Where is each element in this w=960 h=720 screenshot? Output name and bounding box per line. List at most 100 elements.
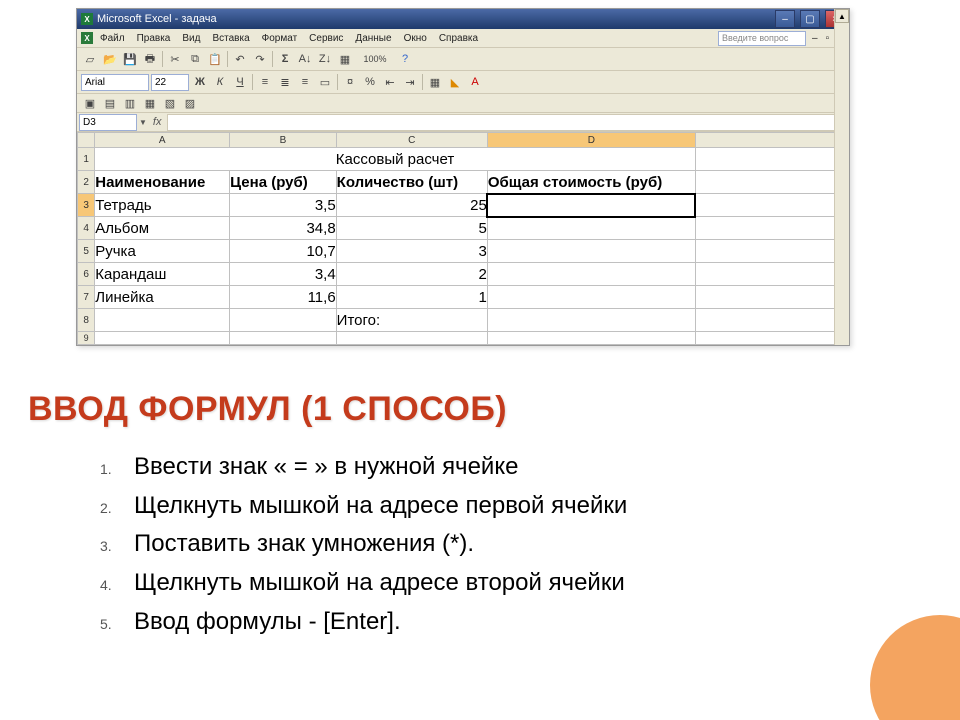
font-size-box[interactable]: 22 [151, 74, 189, 91]
cell-B7[interactable]: 11,6 [230, 286, 337, 309]
cell-C3[interactable]: 25 [336, 194, 487, 217]
cell-D4[interactable] [487, 217, 695, 240]
cell-D7[interactable] [487, 286, 695, 309]
row-header-7[interactable]: 7 [78, 286, 95, 309]
cell-A7[interactable]: Линейка [95, 286, 230, 309]
tool-icon-1[interactable]: ▣ [81, 94, 99, 112]
menu-data[interactable]: Данные [350, 31, 396, 46]
cell-B4[interactable]: 34,8 [230, 217, 337, 240]
cell-C8[interactable]: Итого: [336, 309, 487, 332]
header-name[interactable]: Наименование [95, 171, 230, 194]
align-left-icon[interactable]: ≡ [256, 73, 274, 91]
tool-icon-3[interactable]: ▥ [121, 94, 139, 112]
header-total[interactable]: Общая стоимость (руб) [487, 171, 695, 194]
new-icon[interactable]: ▱ [81, 50, 99, 68]
cell-A4[interactable]: Альбом [95, 217, 230, 240]
tool-icon-2[interactable]: ▤ [101, 94, 119, 112]
cell-C6[interactable]: 2 [336, 263, 487, 286]
vertical-scrollbar[interactable]: ▲ [834, 9, 849, 345]
name-box-dropdown-icon[interactable]: ▼ [139, 118, 147, 127]
sheet-title[interactable]: Кассовый расчет [95, 148, 696, 171]
row-header-9[interactable]: 9 [78, 332, 95, 345]
undo-icon[interactable]: ↶ [231, 50, 249, 68]
col-header-D[interactable]: D [487, 133, 695, 148]
merge-icon[interactable]: ▭ [316, 73, 334, 91]
cell-B8[interactable] [230, 309, 337, 332]
tool-icon-5[interactable]: ▧ [161, 94, 179, 112]
align-right-icon[interactable]: ≡ [296, 73, 314, 91]
print-icon[interactable]: 🖶 [141, 50, 159, 68]
formula-bar[interactable] [167, 114, 847, 131]
cell-A8[interactable] [95, 309, 230, 332]
row-header-3[interactable]: 3 [78, 194, 95, 217]
autosum-icon[interactable]: Σ [276, 50, 294, 68]
cell-D6[interactable] [487, 263, 695, 286]
bold-icon[interactable]: Ж [191, 73, 209, 91]
menu-view[interactable]: Вид [177, 31, 205, 46]
menu-window[interactable]: Окно [399, 31, 432, 46]
help-icon[interactable]: ? [396, 50, 414, 68]
row-header-2[interactable]: 2 [78, 171, 95, 194]
fx-icon[interactable]: fx [149, 116, 166, 128]
cell-C4[interactable]: 5 [336, 217, 487, 240]
select-all-corner[interactable] [78, 133, 95, 148]
open-icon[interactable]: 📂 [101, 50, 119, 68]
col-header-B[interactable]: B [230, 133, 337, 148]
cell-B6[interactable]: 3,4 [230, 263, 337, 286]
question-box[interactable]: Введите вопрос [718, 31, 806, 46]
name-box[interactable]: D3 [79, 114, 137, 131]
decrease-indent-icon[interactable]: ⇤ [381, 73, 399, 91]
paste-icon[interactable]: 📋 [206, 50, 224, 68]
cell-B3[interactable]: 3,5 [230, 194, 337, 217]
minimize-button[interactable]: – [775, 10, 795, 28]
row-header-8[interactable]: 8 [78, 309, 95, 332]
menu-tools[interactable]: Сервис [304, 31, 348, 46]
cell-C5[interactable]: 3 [336, 240, 487, 263]
menu-help[interactable]: Справка [434, 31, 483, 46]
tool-icon-4[interactable]: ▦ [141, 94, 159, 112]
increase-indent-icon[interactable]: ⇥ [401, 73, 419, 91]
copy-icon[interactable]: ⧉ [186, 50, 204, 68]
cell-A6[interactable]: Карандаш [95, 263, 230, 286]
chart-icon[interactable]: ▦ [336, 50, 354, 68]
sort-desc-icon[interactable]: Z↓ [316, 50, 334, 68]
menu-insert[interactable]: Вставка [207, 31, 254, 46]
italic-icon[interactable]: К [211, 73, 229, 91]
cell-D8[interactable] [487, 309, 695, 332]
doc-restore-button[interactable]: ▫ [824, 33, 832, 44]
menu-edit[interactable]: Правка [132, 31, 176, 46]
cell-A5[interactable]: Ручка [95, 240, 230, 263]
header-price[interactable]: Цена (руб) [230, 171, 337, 194]
row-header-1[interactable]: 1 [78, 148, 95, 171]
row-header-5[interactable]: 5 [78, 240, 95, 263]
redo-icon[interactable]: ↷ [251, 50, 269, 68]
borders-icon[interactable]: ▦ [426, 73, 444, 91]
col-header-C[interactable]: C [336, 133, 487, 148]
sort-asc-icon[interactable]: A↓ [296, 50, 314, 68]
tool-icon-6[interactable]: ▨ [181, 94, 199, 112]
font-color-icon[interactable]: A [466, 73, 484, 91]
scroll-up-icon[interactable]: ▲ [835, 9, 849, 23]
fill-color-icon[interactable]: ◣ [446, 73, 464, 91]
percent-icon[interactable]: % [361, 73, 379, 91]
cell-A3[interactable]: Тетрадь [95, 194, 230, 217]
row-header-4[interactable]: 4 [78, 217, 95, 240]
col-header-blank[interactable] [695, 133, 848, 148]
align-center-icon[interactable]: ≣ [276, 73, 294, 91]
cut-icon[interactable]: ✂ [166, 50, 184, 68]
spreadsheet-grid[interactable]: A B C D 1 Кассовый расчет 2 Наименование… [77, 132, 849, 345]
cell-D5[interactable] [487, 240, 695, 263]
cell-D3[interactable] [487, 194, 695, 217]
cell-C9[interactable] [336, 332, 487, 345]
currency-icon[interactable]: ¤ [341, 73, 359, 91]
cell-B5[interactable]: 10,7 [230, 240, 337, 263]
menu-format[interactable]: Формат [257, 31, 303, 46]
col-header-A[interactable]: A [95, 133, 230, 148]
row-header-6[interactable]: 6 [78, 263, 95, 286]
font-name-box[interactable]: Arial [81, 74, 149, 91]
cell-C7[interactable]: 1 [336, 286, 487, 309]
header-qty[interactable]: Количество (шт) [336, 171, 487, 194]
menu-file[interactable]: Файл [95, 31, 130, 46]
maximize-button[interactable]: ▢ [800, 10, 820, 28]
doc-minimize-button[interactable]: – [810, 33, 820, 44]
